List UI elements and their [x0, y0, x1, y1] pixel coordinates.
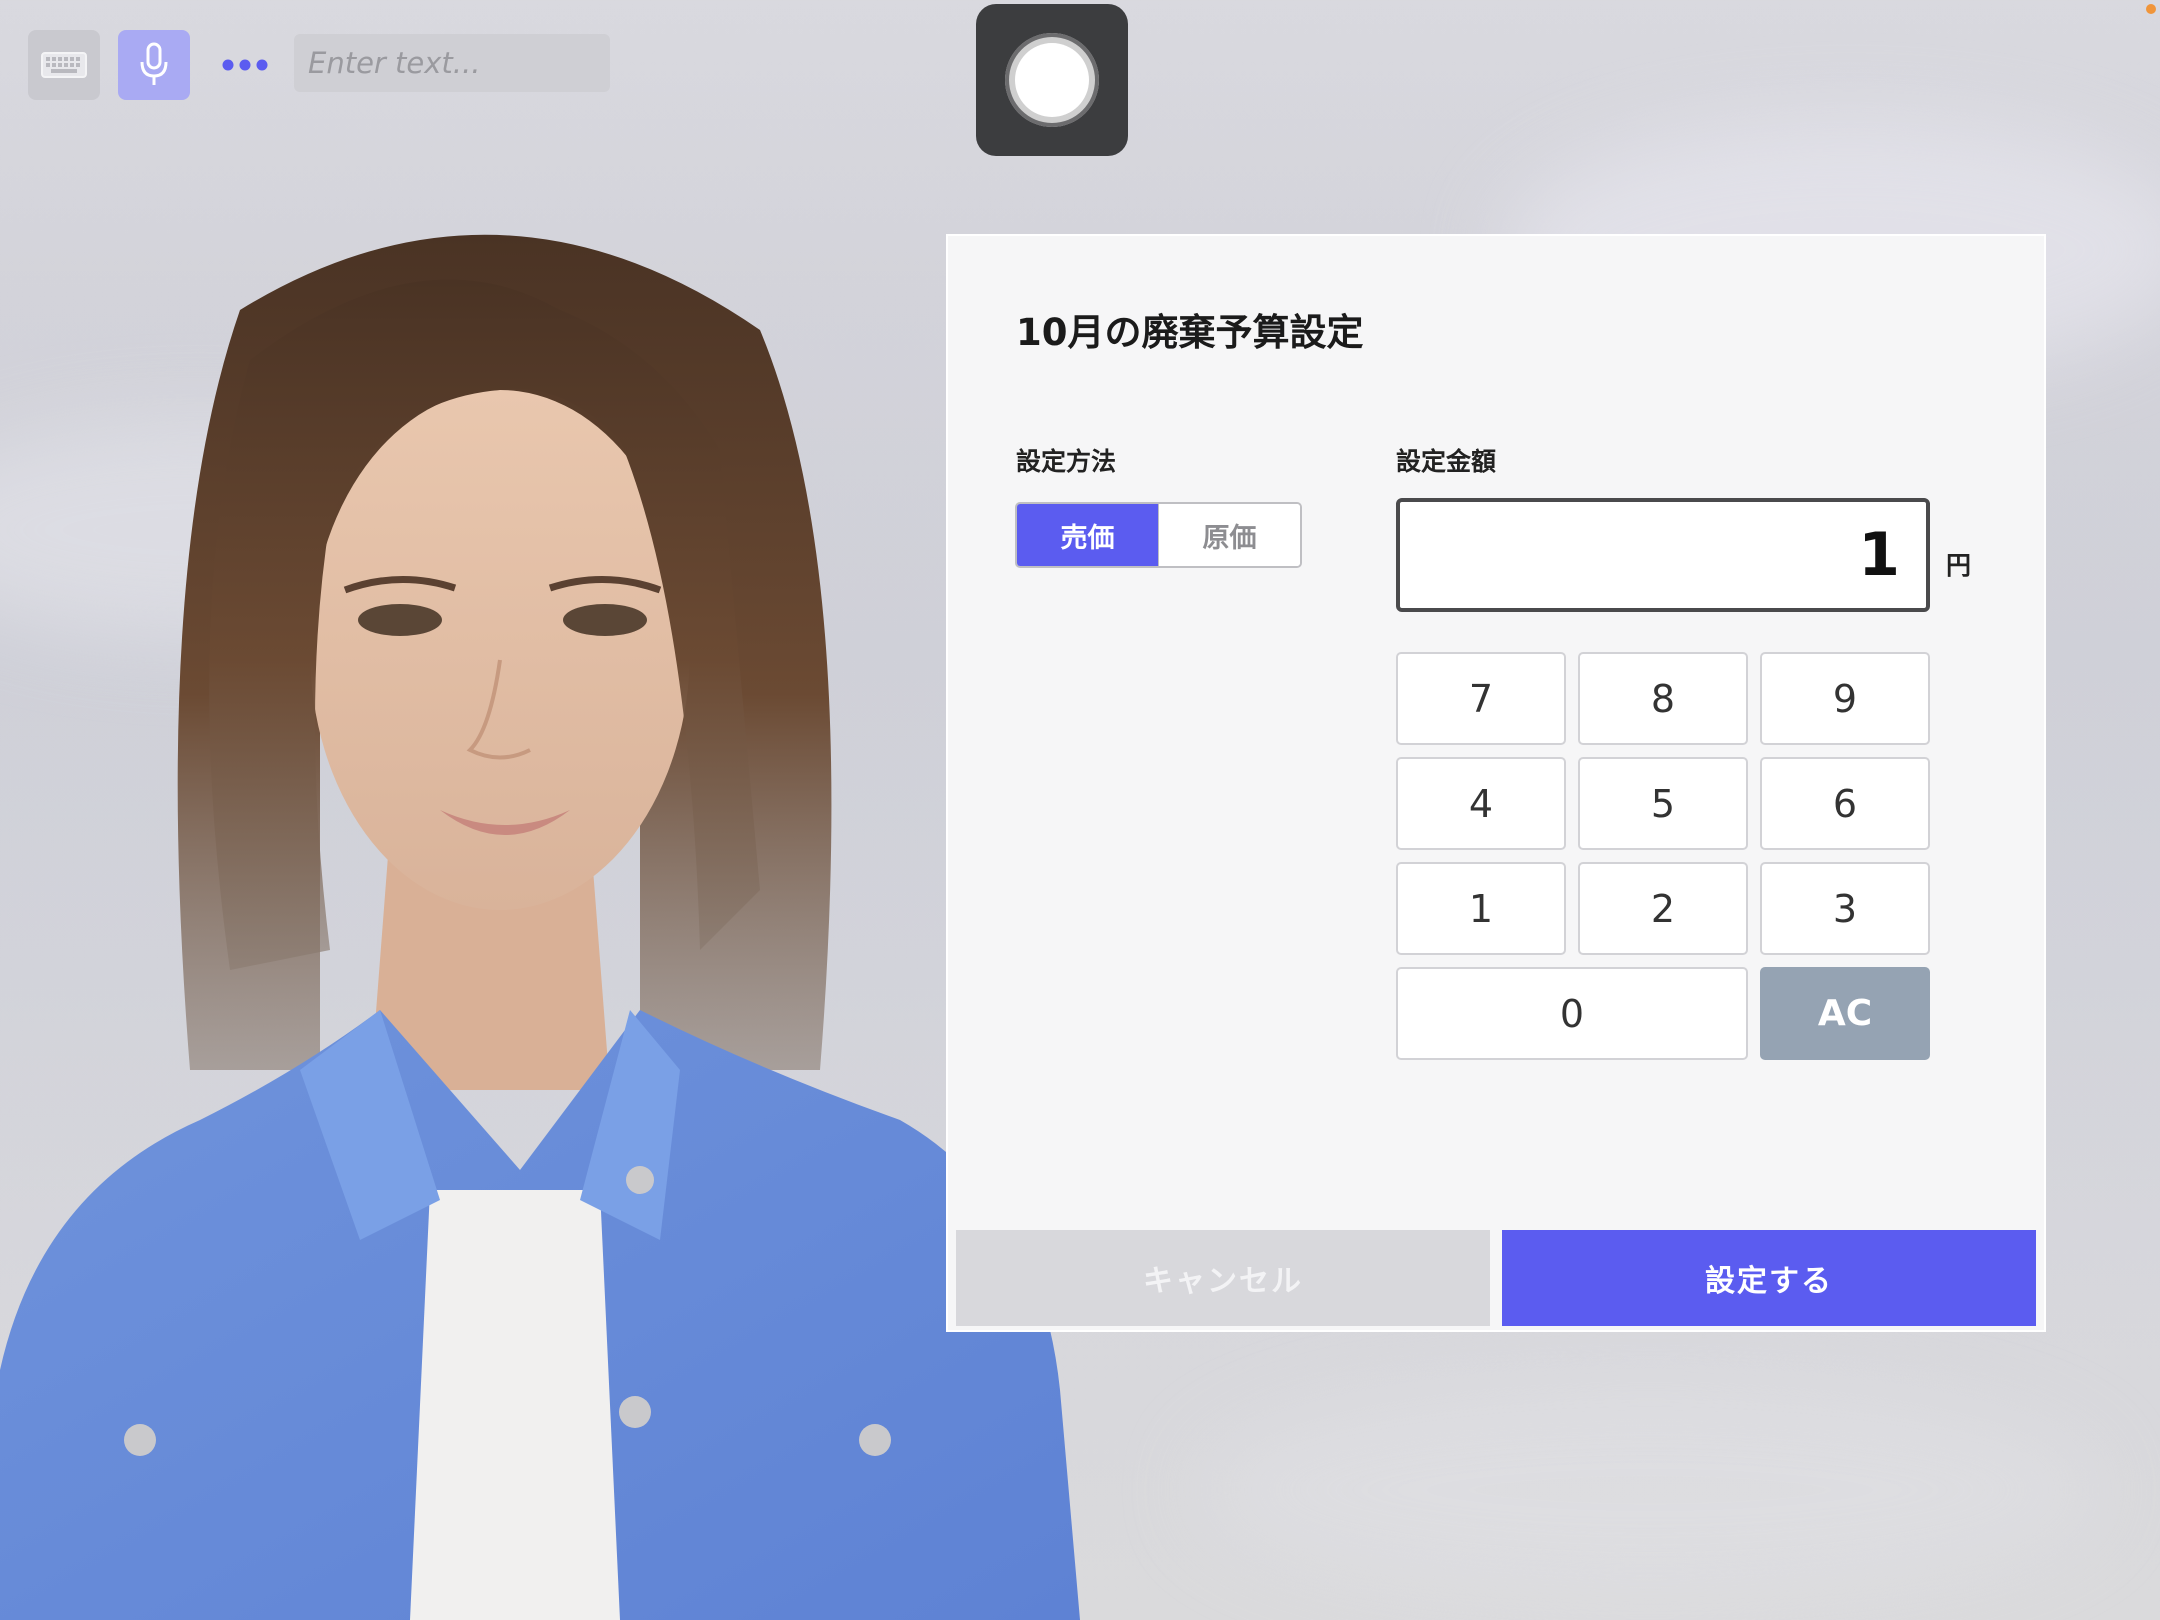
amount-unit: 円	[1946, 551, 1972, 580]
amount-label: 設定金額	[1396, 447, 1497, 476]
cancel-button[interactable]: キャンセル	[956, 1230, 1490, 1326]
keypad-key-7[interactable]: 7	[1396, 652, 1566, 745]
budget-settings-dialog: 10月の廃棄予算設定 設定方法 売価 原価 設定金額 1 円 7 8 9 4 5…	[946, 234, 2046, 1332]
amount-display[interactable]: 1	[1396, 498, 1930, 612]
keyboard-icon	[41, 52, 87, 78]
keypad-key-2[interactable]: 2	[1578, 862, 1748, 955]
status-indicator	[2146, 4, 2156, 14]
more-dots-icon	[222, 59, 268, 71]
record-button[interactable]	[976, 4, 1128, 156]
keypad-key-5[interactable]: 5	[1578, 757, 1748, 850]
method-segmented-control: 売価 原価	[1015, 502, 1302, 568]
background-cloud	[1200, 1380, 2100, 1600]
keypad-key-9[interactable]: 9	[1760, 652, 1930, 745]
microphone-button[interactable]	[118, 30, 190, 100]
keypad-key-4[interactable]: 4	[1396, 757, 1566, 850]
microphone-icon	[140, 42, 168, 85]
chat-text-input[interactable]	[294, 34, 610, 92]
method-option-cost-price[interactable]: 原価	[1158, 504, 1300, 566]
keypad-key-8[interactable]: 8	[1578, 652, 1748, 745]
dialog-title: 10月の廃棄予算設定	[1016, 311, 1364, 354]
method-label: 設定方法	[1016, 447, 1117, 476]
record-icon	[1005, 33, 1099, 127]
keyboard-button[interactable]	[28, 30, 100, 100]
submit-button[interactable]: 設定する	[1502, 1230, 2036, 1326]
keypad-clear-button[interactable]: AC	[1760, 967, 1930, 1060]
keypad-key-0[interactable]: 0	[1396, 967, 1748, 1060]
keypad-key-3[interactable]: 3	[1760, 862, 1930, 955]
method-option-selling-price[interactable]: 売価	[1017, 504, 1158, 566]
keypad-key-1[interactable]: 1	[1396, 862, 1566, 955]
avatar-character	[0, 234, 1080, 1620]
keypad-key-6[interactable]: 6	[1760, 757, 1930, 850]
more-options-button[interactable]	[215, 30, 275, 100]
